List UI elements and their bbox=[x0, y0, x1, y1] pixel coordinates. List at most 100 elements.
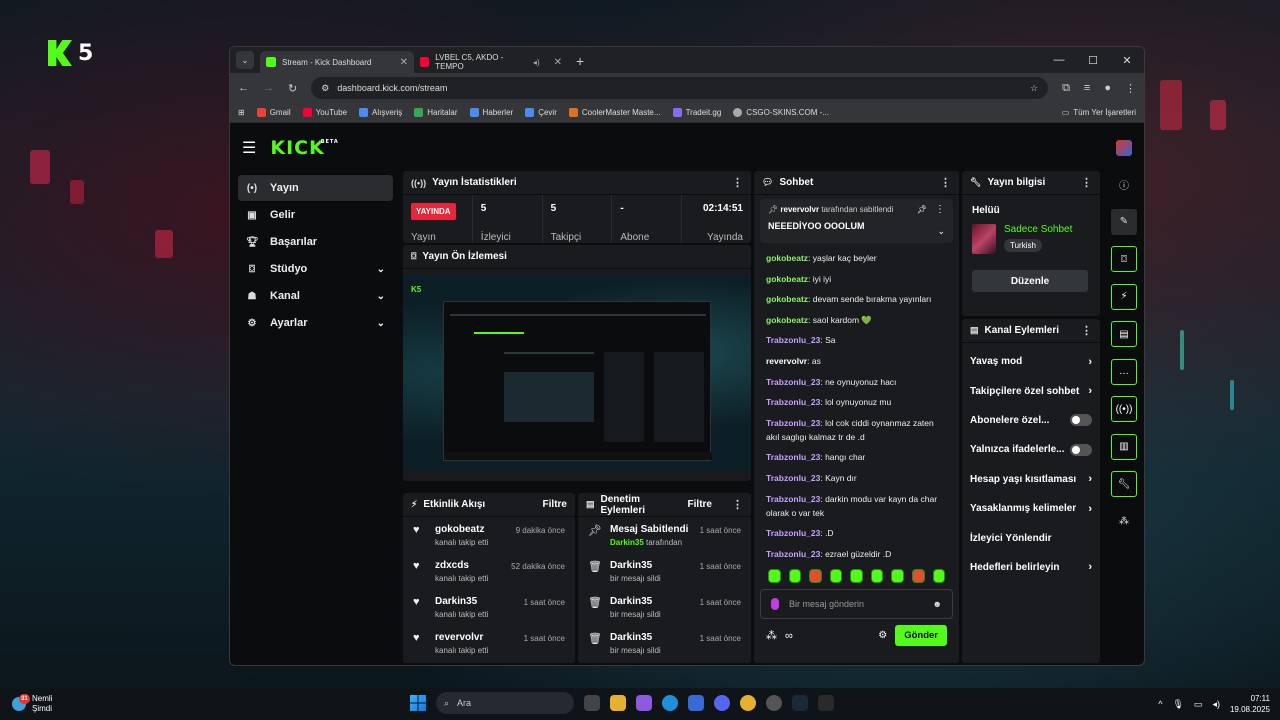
action-goals[interactable]: Hedefleri belirleyin › bbox=[962, 553, 1100, 582]
emote-icon[interactable] bbox=[768, 569, 781, 583]
chat-username[interactable]: gokobeatz bbox=[766, 274, 808, 284]
chat-username[interactable]: gokobeatz bbox=[766, 315, 808, 325]
new-tab-button[interactable]: + bbox=[576, 53, 584, 69]
kicks-icon[interactable]: ⁂ bbox=[1111, 509, 1137, 535]
more-options-icon[interactable]: ⋮ bbox=[1081, 176, 1092, 189]
kicks-icon[interactable]: ⁂ bbox=[766, 629, 777, 642]
item-name[interactable]: revervolvr bbox=[435, 632, 488, 643]
emote-icon[interactable] bbox=[788, 569, 802, 583]
microphone-icon[interactable] bbox=[771, 598, 779, 610]
user-avatar[interactable] bbox=[1116, 140, 1132, 156]
emote-icon[interactable] bbox=[809, 569, 822, 583]
document-icon[interactable]: ▤ bbox=[1111, 321, 1137, 347]
pinned-user[interactable]: revervolvr bbox=[780, 205, 819, 214]
reload-icon[interactable]: ↻ bbox=[288, 82, 297, 95]
windows-start-icon[interactable] bbox=[410, 695, 426, 711]
volume-icon[interactable]: ◂) bbox=[1212, 699, 1220, 710]
steam-icon[interactable] bbox=[792, 695, 808, 711]
bookmark-gmail[interactable]: Gmail bbox=[256, 108, 291, 117]
tab-search-button[interactable]: ⌄ bbox=[236, 51, 254, 69]
gear-icon[interactable]: ⚙ bbox=[878, 630, 887, 641]
nav-item-gelir[interactable]: ▣ Gelir bbox=[238, 202, 393, 228]
infinity-icon[interactable]: ∞ bbox=[785, 630, 793, 642]
chat-username[interactable]: Trabzonlu_23 bbox=[766, 494, 820, 504]
filter-button[interactable]: Filtre bbox=[543, 499, 567, 510]
pinned-message[interactable]: 📌︎ revervolvr tarafından sabitlendi NEEE… bbox=[760, 199, 953, 243]
item-name[interactable]: Darkin35 bbox=[610, 596, 661, 607]
maximize-icon[interactable]: ☐ bbox=[1076, 47, 1110, 73]
filter-button[interactable]: Filtre bbox=[688, 499, 712, 510]
bookmark-csgo-skins[interactable]: CSGO-SKINS.COM -... bbox=[733, 108, 829, 117]
weather-widget[interactable]: 31 Nemli Şimdi bbox=[12, 694, 52, 714]
url-field[interactable]: ⚙ dashboard.kick.com/stream ☆ bbox=[311, 77, 1049, 99]
chat-username[interactable]: Trabzonlu_23 bbox=[766, 549, 820, 559]
layout-icon[interactable]: ▥ bbox=[1111, 433, 1137, 460]
close-tab-icon[interactable]: ✕ bbox=[400, 57, 408, 68]
speaker-icon[interactable]: ◂) bbox=[533, 58, 540, 67]
subscribers-only-toggle[interactable] bbox=[1070, 414, 1092, 427]
bookmark-youtube[interactable]: YouTube bbox=[302, 108, 347, 117]
edge-icon[interactable] bbox=[662, 695, 678, 711]
task-view-icon[interactable] bbox=[584, 695, 600, 711]
more-options-icon[interactable]: ⋮ bbox=[940, 176, 951, 189]
send-button[interactable]: Gönder bbox=[895, 625, 947, 646]
bookmark-maps[interactable]: Haritalar bbox=[414, 108, 458, 117]
apps-grid-icon[interactable]: ⊞ bbox=[238, 108, 245, 117]
kick-logo[interactable]: KICK BETA bbox=[270, 137, 337, 159]
chat-username[interactable]: Trabzonlu_23 bbox=[766, 528, 820, 538]
more-options-icon[interactable]: ⋮ bbox=[732, 498, 743, 511]
profile-icon[interactable]: ● bbox=[1104, 82, 1111, 94]
microphone-icon[interactable]: 🎙︎ bbox=[1172, 699, 1183, 710]
minimize-icon[interactable]: — bbox=[1042, 47, 1076, 73]
chat-username[interactable]: Trabzonlu_23 bbox=[766, 418, 820, 428]
extensions-icon[interactable]: ⧉ bbox=[1062, 82, 1070, 95]
discord-icon[interactable] bbox=[714, 695, 730, 711]
chevron-up-icon[interactable]: ^ bbox=[1158, 699, 1162, 709]
emote-icon[interactable] bbox=[850, 569, 863, 583]
item-user[interactable]: Darkin35 bbox=[610, 538, 644, 547]
action-account-age[interactable]: Hesap yaşı kısıtlaması › bbox=[962, 465, 1100, 494]
emotes-only-toggle[interactable] bbox=[1070, 443, 1092, 456]
pencil-icon[interactable]: ✎ bbox=[1111, 208, 1137, 235]
edit-button[interactable]: Düzenle bbox=[972, 270, 1088, 292]
chat-username[interactable]: Trabzonlu_23 bbox=[766, 335, 820, 345]
nav-item-studyo[interactable]: ⌼ Stüdyo ⌄ bbox=[238, 256, 393, 282]
close-tab-icon[interactable]: ✕ bbox=[554, 57, 562, 68]
emote-icon[interactable] bbox=[829, 569, 843, 583]
tab-kick-dashboard[interactable]: Stream - Kick Dashboard ✕ bbox=[260, 51, 414, 73]
info-icon[interactable]: ⓘ bbox=[1111, 171, 1137, 197]
item-name[interactable]: gokobeatz bbox=[435, 524, 488, 535]
emoji-icon[interactable]: ☻ bbox=[933, 599, 942, 609]
chat-username[interactable]: Trabzonlu_23 bbox=[766, 473, 820, 483]
chat-username[interactable]: gokobeatz bbox=[766, 294, 808, 304]
emote-icon[interactable] bbox=[891, 569, 904, 583]
category-name[interactable]: Sadece Sohbet bbox=[1004, 224, 1072, 235]
chat-username[interactable]: revervolvr bbox=[766, 356, 807, 366]
taskbar-search[interactable]: ⌕ Ara bbox=[436, 692, 574, 714]
forward-icon[interactable]: → bbox=[263, 82, 274, 94]
item-name[interactable]: Darkin35 bbox=[610, 632, 661, 643]
bookmark-news[interactable]: Haberler bbox=[469, 108, 513, 117]
action-followers-only[interactable]: Takipçilere özel sohbet › bbox=[962, 376, 1100, 405]
emote-icon[interactable] bbox=[870, 569, 884, 583]
bookmark-shopping[interactable]: Alışveriş bbox=[359, 108, 402, 117]
chat-bubble-icon[interactable]: … bbox=[1111, 358, 1137, 385]
bookmark-translate[interactable]: Çevir bbox=[525, 108, 557, 117]
bookmark-coolermaster[interactable]: CoolerMaster Maste... bbox=[568, 108, 661, 117]
menu-icon[interactable]: ⋮ bbox=[1125, 82, 1136, 95]
chevron-down-icon[interactable]: ⌄ bbox=[937, 226, 945, 237]
stream-preview-video[interactable]: K5 bbox=[403, 275, 751, 471]
close-window-icon[interactable]: ✕ bbox=[1110, 47, 1144, 73]
tab-youtube[interactable]: LVBEL C5, AKDO - TEMPO ◂) ✕ bbox=[414, 51, 568, 73]
nav-item-kanal[interactable]: ☗ Kanal ⌄ bbox=[238, 283, 393, 309]
action-host[interactable]: İzleyici Yönlendir bbox=[962, 523, 1100, 552]
clock[interactable]: 07:11 19.08.2025 bbox=[1230, 693, 1270, 715]
chrome-icon[interactable] bbox=[740, 695, 756, 711]
wrench-icon[interactable]: 🔧︎ bbox=[1111, 471, 1137, 497]
app-icon[interactable] bbox=[688, 695, 704, 711]
file-explorer-icon[interactable] bbox=[610, 695, 626, 711]
item-name[interactable]: Darkin35 bbox=[435, 596, 488, 607]
more-options-icon[interactable]: ⋮ bbox=[935, 204, 945, 215]
broadcast-icon[interactable]: ((•)) bbox=[1111, 396, 1137, 422]
back-icon[interactable]: ← bbox=[238, 82, 249, 94]
